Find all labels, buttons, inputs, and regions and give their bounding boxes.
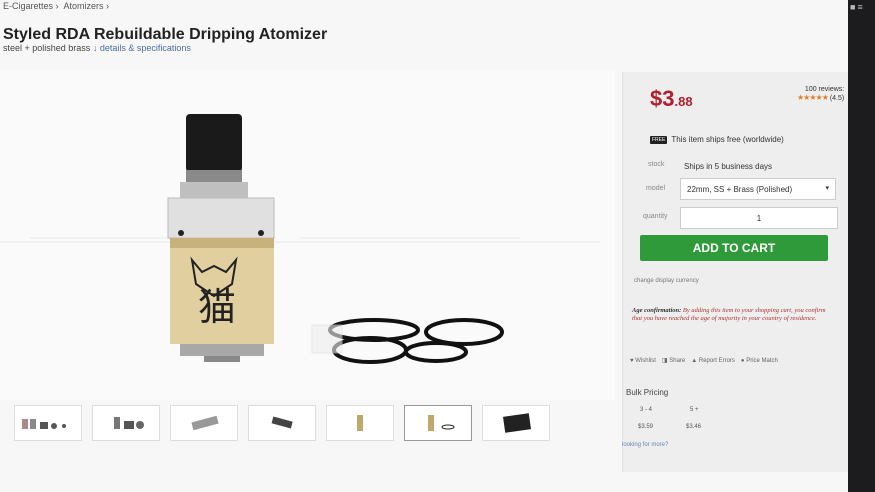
action-links: ♥ Wishlist ◨ Share ▲ Report Errors ● Pri…: [630, 357, 778, 365]
atomizer-image: 猫: [0, 114, 600, 364]
change-currency-link[interactable]: change display currency: [634, 278, 699, 284]
report-errors-link[interactable]: ▲ Report Errors: [691, 358, 735, 364]
add-to-cart-button[interactable]: ADD TO CART: [640, 235, 828, 261]
thumbnail-2[interactable]: [92, 405, 160, 441]
shipping-text: This item ships free (worldwide): [671, 135, 784, 144]
looking-for-more-link[interactable]: looking for more?: [622, 442, 668, 448]
extension-icon[interactable]: ■: [850, 2, 855, 12]
product-image[interactable]: 猫: [0, 70, 615, 400]
bulk-tier-1-qty: 3 - 4: [640, 407, 653, 413]
star-rating-icon: ★★★★★: [797, 93, 829, 102]
bulk-pricing-title: Bulk Pricing: [626, 388, 669, 397]
thumbnail-3[interactable]: [170, 405, 238, 441]
model-value: 22mm, SS + Brass (Polished): [687, 184, 793, 194]
report-label: Report Errors: [698, 357, 735, 364]
svg-text:猫: 猫: [198, 285, 236, 329]
breadcrumb-ecig[interactable]: E-Cigarettes ›: [3, 1, 59, 11]
reviews-rating: (4.5): [829, 95, 845, 102]
wishlist-link[interactable]: ♥ Wishlist: [630, 358, 656, 364]
reviews[interactable]: 100 reviews: ★★★★★ (4.5): [797, 86, 844, 102]
bulk-tier-2-qty: 5 +: [690, 407, 699, 413]
thumbnail-5[interactable]: [326, 405, 394, 441]
age-title: Age confirmation:: [632, 307, 682, 314]
subtitle: steel + polished brass ↓ details & speci…: [3, 43, 191, 53]
page-title: Styled RDA Rebuildable Dripping Atomizer: [3, 26, 328, 43]
dollar-icon: ●: [740, 357, 745, 364]
warning-icon: ▲: [691, 357, 698, 364]
reviews-count[interactable]: 100 reviews:: [797, 86, 844, 93]
age-confirmation: Age confirmation: By adding this item to…: [632, 307, 828, 323]
price-dollars: $3: [650, 86, 675, 111]
share-link[interactable]: ◨ Share: [662, 357, 685, 364]
price: $3.88: [650, 86, 693, 112]
stock-label: stock: [648, 161, 665, 168]
browser-icons: ■ ≡: [850, 2, 863, 12]
bulk-tier-2-price: $3.46: [686, 424, 702, 430]
thumbnail-1[interactable]: [14, 405, 82, 441]
price-match-label: Price Match: [746, 357, 778, 364]
share-icon: ◨: [661, 358, 668, 364]
quantity-input[interactable]: 1: [680, 207, 838, 229]
shipping-info: FREE This item ships free (worldwide): [650, 135, 784, 144]
price-cents: .88: [674, 94, 693, 109]
monitor-bezel: ■ ≡: [848, 0, 875, 492]
thumbnail-7[interactable]: [482, 405, 550, 441]
bulk-tier-1-price: $3.59: [638, 424, 654, 430]
heart-icon: ♥: [630, 357, 634, 364]
quantity-label: quantity: [643, 213, 668, 220]
wishlist-label: Wishlist: [635, 357, 656, 364]
details-link[interactable]: ↓ details & specifications: [93, 43, 191, 53]
share-label: Share: [669, 358, 686, 364]
menu-icon[interactable]: ≡: [857, 2, 862, 12]
price-match-link[interactable]: ● Price Match: [741, 358, 778, 364]
thumbnail-4[interactable]: [248, 405, 316, 441]
model-label: model: [646, 185, 666, 192]
model-select[interactable]: 22mm, SS + Brass (Polished) ▾: [680, 178, 836, 200]
breadcrumb: E-Cigarettes › Atomizers ›: [3, 1, 112, 11]
thumbnail-strip: [14, 405, 550, 441]
chevron-down-icon: ▾: [825, 185, 829, 192]
thumbnail-6[interactable]: [404, 405, 472, 441]
breadcrumb-atomizers[interactable]: Atomizers ›: [64, 1, 110, 11]
subtitle-material: steel + polished brass: [3, 43, 91, 53]
purchase-panel: [622, 72, 859, 472]
stock-value: Ships in 5 business days: [684, 162, 773, 171]
free-shipping-badge: FREE: [650, 135, 668, 144]
